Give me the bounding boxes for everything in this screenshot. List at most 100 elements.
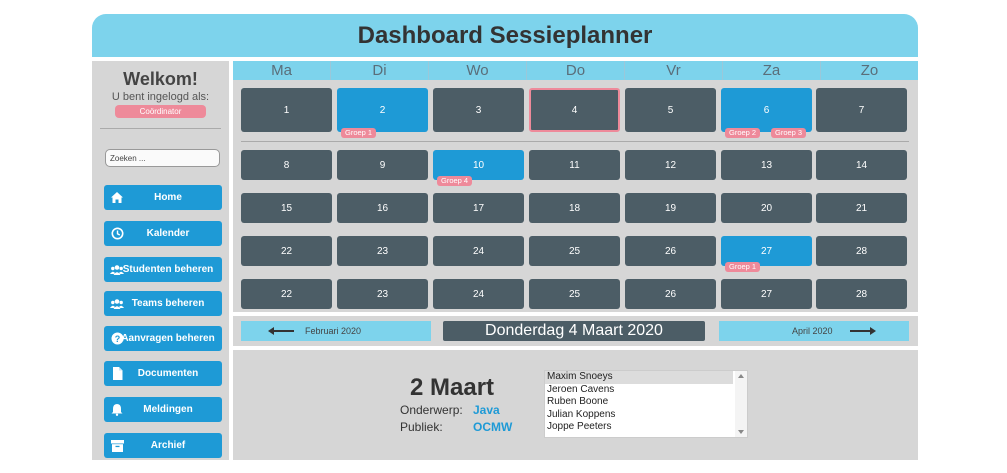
logged-in-label: U bent ingelogd als: xyxy=(111,91,210,103)
calendar-day[interactable]: 9 xyxy=(337,150,428,180)
weekday-label: Do xyxy=(527,61,625,80)
subject-value: Java xyxy=(473,403,500,417)
nav-label: Archief xyxy=(150,440,186,451)
nav-kalender-button[interactable]: Kalender xyxy=(104,221,222,246)
list-item[interactable]: Julian Koppens xyxy=(545,409,747,422)
users-icon xyxy=(110,263,124,276)
list-item[interactable]: Joppe Peeters xyxy=(545,421,747,434)
nav-documenten-button[interactable]: Documenten xyxy=(104,361,222,386)
page-title: Dashboard Sessieplanner xyxy=(357,21,653,49)
calendar-day[interactable]: 3 xyxy=(433,88,524,132)
divider xyxy=(100,128,221,129)
nav-label: Teams beheren xyxy=(131,298,205,309)
calendar-day[interactable]: 5 xyxy=(625,88,716,132)
prev-month-button[interactable]: Februari 2020 xyxy=(241,321,431,341)
welcome-text: Welkom! xyxy=(123,69,198,89)
calendar-day[interactable]: 24 xyxy=(433,279,524,309)
week-separator xyxy=(241,141,909,142)
arrow-right-icon xyxy=(850,327,876,335)
group-tag: Groep 1 xyxy=(725,262,761,272)
calendar-day[interactable]: 18 xyxy=(529,193,620,223)
calendar-day[interactable]: 22 xyxy=(241,236,332,266)
weekday-header: Ma Di Wo Do Vr Za Zo xyxy=(233,61,918,80)
calendar-day[interactable]: 26 xyxy=(625,279,716,309)
nav-label: Aanvragen beheren xyxy=(121,333,215,344)
nav-label: Documenten xyxy=(137,368,199,379)
scroll-up-icon[interactable] xyxy=(738,374,744,378)
users-icon xyxy=(110,297,124,310)
weekday-label: Wo xyxy=(429,61,527,80)
nav-label: Studenten beheren xyxy=(122,264,214,275)
calendar-day[interactable]: 20 xyxy=(721,193,812,223)
calendar: Ma Di Wo Do Vr Za Zo 1 2 Groep 1 3 4 5 6 Groep … xyxy=(233,61,918,312)
calendar-day[interactable]: 13 xyxy=(721,150,812,180)
month-navigation: Februari 2020 Donderdag 4 Maart 2020 Apr… xyxy=(233,316,918,346)
nav-meldingen-button[interactable]: Meldingen xyxy=(104,397,222,422)
nav-teams-button[interactable]: Teams beheren xyxy=(104,291,222,316)
nav-label: Meldingen xyxy=(143,404,193,415)
nav-label: Home xyxy=(154,192,182,203)
calendar-day[interactable]: 23 xyxy=(337,279,428,309)
calendar-day[interactable]: 19 xyxy=(625,193,716,223)
weekday-label: Za xyxy=(723,61,821,80)
calendar-day[interactable]: 26 xyxy=(625,236,716,266)
calendar-day[interactable]: 8 xyxy=(241,150,332,180)
clock-icon xyxy=(110,227,124,240)
calendar-day[interactable]: 15 xyxy=(241,193,332,223)
list-item[interactable]: Ruben Boone xyxy=(545,396,747,409)
prev-month-label: Februari 2020 xyxy=(305,326,362,336)
group-tag: Groep 4 xyxy=(437,176,473,186)
calendar-day[interactable]: 14 xyxy=(816,150,907,180)
app: Dashboard Sessieplanner Welkom! U bent i… xyxy=(92,14,918,460)
scroll-down-icon[interactable] xyxy=(738,430,744,434)
header: Dashboard Sessieplanner xyxy=(92,14,918,57)
home-icon xyxy=(110,191,124,204)
group-tag: Groep 1 xyxy=(341,128,377,138)
participants-list[interactable]: Maxim Snoeys Jeroen Cavens Ruben Boone J… xyxy=(544,370,748,438)
calendar-day[interactable]: 2 xyxy=(337,88,428,132)
calendar-day[interactable]: 12 xyxy=(625,150,716,180)
role-badge: Coördinator xyxy=(115,105,206,118)
calendar-day[interactable]: 24 xyxy=(433,236,524,266)
calendar-day[interactable]: 4 xyxy=(529,88,620,132)
nav-label: Kalender xyxy=(146,228,190,239)
arrow-left-icon xyxy=(268,327,294,335)
calendar-day[interactable]: 21 xyxy=(816,193,907,223)
weekday-label: Ma xyxy=(233,61,331,80)
calendar-day[interactable]: 16 xyxy=(337,193,428,223)
calendar-day[interactable]: 17 xyxy=(433,193,524,223)
calendar-day[interactable]: 28 xyxy=(816,236,907,266)
list-item[interactable]: Maxim Snoeys xyxy=(545,371,733,384)
calendar-day[interactable]: 1 xyxy=(241,88,332,132)
nav-archief-button[interactable]: Archief xyxy=(104,433,222,458)
group-tag: Groep 2 xyxy=(725,128,761,138)
document-icon xyxy=(110,367,124,380)
calendar-day[interactable]: 25 xyxy=(529,236,620,266)
svg-text:?: ? xyxy=(114,334,120,344)
calendar-day[interactable]: 7 xyxy=(816,88,907,132)
weekday-label: Zo xyxy=(860,62,879,79)
calendar-day[interactable]: 25 xyxy=(529,279,620,309)
nav-home-button[interactable]: Home xyxy=(104,185,222,210)
next-month-button[interactable]: April 2020 xyxy=(719,321,909,341)
nav-aanvragen-button[interactable]: ? Aanvragen beheren xyxy=(104,326,222,351)
calendar-day[interactable]: 28 xyxy=(816,279,907,309)
calendar-day[interactable]: 6 xyxy=(721,88,812,132)
calendar-day[interactable]: 22 xyxy=(241,279,332,309)
calendar-day[interactable]: 23 xyxy=(337,236,428,266)
calendar-day[interactable]: 27 xyxy=(721,279,812,309)
weekday-label: Vr xyxy=(625,61,723,80)
scrollbar[interactable] xyxy=(735,371,747,437)
question-icon: ? xyxy=(110,332,124,345)
archive-icon xyxy=(110,439,124,452)
nav-studenten-button[interactable]: Studenten beheren xyxy=(104,257,222,282)
audience-value: OCMW xyxy=(473,420,513,434)
audience-label: Publiek: xyxy=(400,420,443,434)
sidebar: Welkom! U bent ingelogd als: Coördinator… xyxy=(92,61,229,460)
search-input[interactable] xyxy=(105,149,220,167)
bell-icon xyxy=(110,403,124,416)
weekday-label: Di xyxy=(331,61,429,80)
list-item[interactable]: Jeroen Cavens xyxy=(545,384,747,397)
calendar-day[interactable]: 11 xyxy=(529,150,620,180)
session-detail: 2 Maart Onderwerp: Java Publiek: OCMW Ma… xyxy=(233,350,918,460)
